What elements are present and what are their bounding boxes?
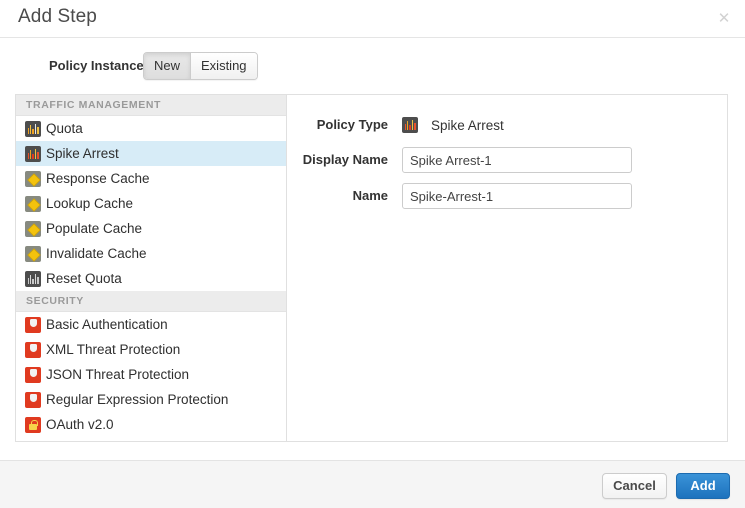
sidebar-item-label: Reset Quota — [46, 271, 122, 286]
sidebar-item-label: Spike Arrest — [46, 146, 119, 161]
policy-instance-label: Policy Instance — [49, 58, 144, 73]
page-title: Add Step — [18, 6, 97, 28]
display-name-input[interactable] — [402, 147, 632, 173]
shield-icon — [25, 367, 41, 383]
content-panel: TRAFFIC MANAGEMENT Quota Spike Arrest Respo… — [15, 94, 728, 442]
shield-icon — [25, 317, 41, 333]
policy-form: Policy Type Spike Arrest Display Name Na… — [287, 95, 727, 441]
add-button[interactable]: Add — [676, 473, 730, 499]
policy-type-label: Policy Type — [287, 117, 402, 133]
bar-chart-icon — [25, 121, 41, 137]
lock-icon — [25, 417, 41, 433]
sidebar-item-response-cache[interactable]: Response Cache — [16, 166, 286, 191]
shield-icon — [25, 392, 41, 408]
name-label: Name — [287, 188, 402, 204]
display-name-label: Display Name — [287, 152, 402, 168]
sidebar-item-label: Populate Cache — [46, 221, 142, 236]
policy-list-sidebar[interactable]: TRAFFIC MANAGEMENT Quota Spike Arrest Respo… — [16, 95, 287, 441]
policy-type-row: Policy Type Spike Arrest — [287, 117, 727, 133]
sidebar-item-label: XML Threat Protection — [46, 342, 180, 357]
sidebar-item-label: Quota — [46, 121, 83, 136]
sidebar-item-invalidate-cache[interactable]: Invalidate Cache — [16, 241, 286, 266]
sidebar-item-basic-authentication[interactable]: Basic Authentication — [16, 312, 286, 337]
sidebar-item-regular-expression-protection[interactable]: Regular Expression Protection — [16, 387, 286, 412]
sidebar-section-header: SECURITY — [16, 291, 286, 312]
policy-type-value: Spike Arrest — [431, 118, 504, 133]
sidebar-item-label: Lookup Cache — [46, 196, 133, 211]
close-icon[interactable]: ✕ — [715, 9, 733, 27]
sidebar-item-lookup-cache[interactable]: Lookup Cache — [16, 191, 286, 216]
cancel-button[interactable]: Cancel — [602, 473, 667, 499]
display-name-row: Display Name — [287, 147, 727, 173]
policy-instance-option-existing[interactable]: Existing — [190, 53, 257, 79]
bar-chart-icon — [402, 117, 418, 133]
sidebar-item-label: JSON Threat Protection — [46, 367, 189, 382]
sidebar-item-xml-threat-protection[interactable]: XML Threat Protection — [16, 337, 286, 362]
sidebar-item-label: Invalidate Cache — [46, 246, 147, 261]
policy-instance-row: Policy Instance NewExisting — [0, 52, 745, 82]
diamond-icon — [25, 171, 41, 187]
sidebar-section-header: TRAFFIC MANAGEMENT — [16, 95, 286, 116]
diamond-icon — [25, 196, 41, 212]
add-step-dialog: Add Step ✕ Policy Instance NewExisting T… — [0, 0, 745, 508]
bar-chart-icon — [25, 271, 41, 287]
name-input[interactable] — [402, 183, 632, 209]
shield-icon — [25, 342, 41, 358]
sidebar-item-spike-arrest[interactable]: Spike Arrest — [16, 141, 286, 166]
diamond-icon — [25, 246, 41, 262]
policy-type-value-group: Spike Arrest — [402, 117, 504, 133]
sidebar-item-oauth-v2-0[interactable]: OAuth v2.0 — [16, 412, 286, 437]
sidebar-item-label: Regular Expression Protection — [46, 392, 228, 407]
bar-chart-icon — [25, 146, 41, 162]
sidebar-item-quota[interactable]: Quota — [16, 116, 286, 141]
sidebar-item-populate-cache[interactable]: Populate Cache — [16, 216, 286, 241]
policy-instance-option-new[interactable]: New — [144, 53, 190, 79]
sidebar-item-label: Response Cache — [46, 171, 150, 186]
dialog-footer: Cancel Add — [0, 460, 745, 508]
diamond-icon — [25, 221, 41, 237]
policy-instance-toggle-group: NewExisting — [143, 52, 258, 80]
sidebar-item-reset-quota[interactable]: Reset Quota — [16, 266, 286, 291]
sidebar-item-label: Basic Authentication — [46, 317, 168, 332]
sidebar-item-json-threat-protection[interactable]: JSON Threat Protection — [16, 362, 286, 387]
dialog-header: Add Step ✕ — [0, 0, 745, 38]
sidebar-item-label: OAuth v2.0 — [46, 417, 114, 432]
name-row: Name — [287, 183, 727, 209]
